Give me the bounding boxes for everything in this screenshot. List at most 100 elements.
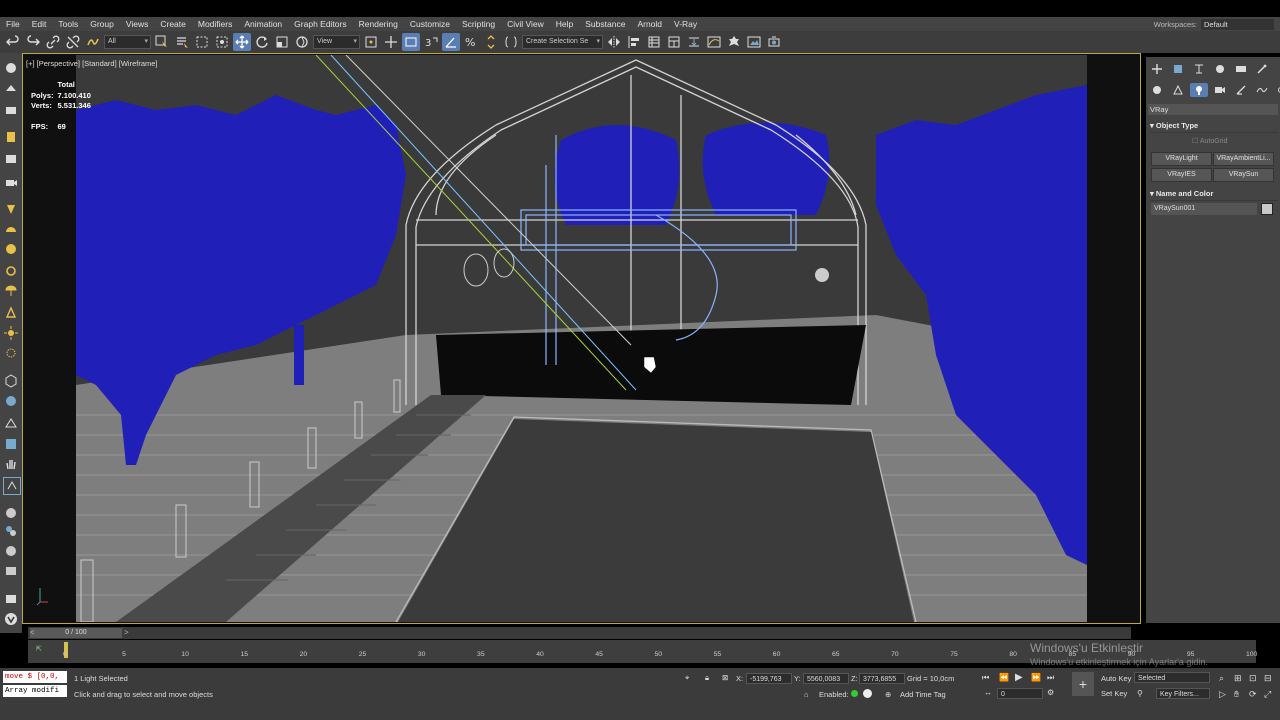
spinner-snap-icon[interactable]: [482, 33, 500, 51]
shapes-icon[interactable]: [1169, 83, 1187, 97]
modify-tab-icon[interactable]: [1169, 62, 1187, 76]
object-color-swatch[interactable]: [1261, 203, 1273, 215]
previous-frame-icon[interactable]: ⏪: [999, 673, 1009, 682]
sun-icon[interactable]: [3, 325, 19, 341]
vraylight-button[interactable]: VRayLight: [1151, 152, 1212, 166]
go-to-end-icon[interactable]: ⏭: [1047, 673, 1054, 683]
orbit-icon[interactable]: ⟳: [1249, 689, 1257, 700]
key-filters-button[interactable]: Key Filters...: [1156, 688, 1210, 699]
umbrella-light-icon[interactable]: [3, 283, 19, 299]
vrayies-button[interactable]: VRayIES: [1151, 168, 1212, 182]
snaps-toggle-icon[interactable]: 3: [422, 33, 440, 51]
spacewarps-icon[interactable]: [1253, 83, 1271, 97]
unlink-icon[interactable]: [64, 33, 82, 51]
zoom-extents-all-icon[interactable]: ⊟: [1264, 673, 1272, 684]
hierarchy-tab-icon[interactable]: [1190, 62, 1208, 76]
next-frame-icon[interactable]: ⏩: [1031, 673, 1041, 682]
menu-help[interactable]: Help: [550, 19, 579, 29]
toggle-icon[interactable]: [3, 477, 21, 495]
brush-icon[interactable]: [3, 60, 19, 76]
selection-filter-dropdown[interactable]: All: [104, 35, 151, 49]
vrayambientlight-button[interactable]: VRayAmbientLi...: [1213, 152, 1274, 166]
zoom-all-icon[interactable]: ⊞: [1234, 673, 1242, 684]
fur-icon[interactable]: [3, 393, 19, 409]
select-object-icon[interactable]: [153, 33, 171, 51]
vraysun-button[interactable]: VRaySun: [1213, 168, 1274, 182]
next-frame-arrow-icon[interactable]: >: [124, 628, 129, 637]
key-mode-toggle-icon[interactable]: ↔: [984, 688, 992, 697]
plane-icon[interactable]: [3, 415, 19, 431]
create-tab-icon[interactable]: [1148, 62, 1166, 76]
lock-selection-icon[interactable]: 🔒︎: [705, 673, 709, 683]
rendered-frame-window-icon[interactable]: [745, 33, 763, 51]
keyboard-shortcut-override-icon[interactable]: [402, 33, 420, 51]
isolate-selection-icon[interactable]: ⌖: [685, 673, 689, 683]
autogrid-checkbox[interactable]: ☐ AutoGrid: [1192, 137, 1227, 145]
maxscript-listener-input[interactable]: move $ [0,0,: [3, 671, 67, 683]
viewport-label[interactable]: [+] [Perspective] [Standard] [Wireframe]: [26, 59, 158, 68]
menu-civil-view[interactable]: Civil View: [501, 19, 550, 29]
bind-spacewarp-icon[interactable]: [84, 33, 102, 51]
material-multi-icon[interactable]: [3, 523, 19, 539]
maxscript-listener-output[interactable]: Array modifi: [3, 685, 67, 697]
menu-animation[interactable]: Animation: [238, 19, 288, 29]
workspace-dropdown[interactable]: Default: [1201, 18, 1274, 30]
adaptive-degradation-icon[interactable]: ⌂: [804, 690, 809, 699]
render-setup-icon[interactable]: [725, 33, 743, 51]
select-and-scale-icon[interactable]: [273, 33, 291, 51]
camera-icon[interactable]: [3, 102, 19, 118]
cameras-icon[interactable]: [1211, 83, 1229, 97]
time-configuration-icon[interactable]: ⚙︎: [1047, 688, 1054, 697]
name-and-color-rollout[interactable]: ▾ Name and Color: [1150, 189, 1278, 201]
film-icon[interactable]: [3, 151, 19, 167]
y-coord-field[interactable]: 5560,0083: [803, 673, 849, 684]
omni-light-icon[interactable]: [3, 263, 19, 279]
x-coord-field[interactable]: -5199,763: [746, 673, 792, 684]
menu-customize[interactable]: Customize: [404, 19, 456, 29]
menu-create[interactable]: Create: [154, 19, 192, 29]
percent-snap-icon[interactable]: %: [462, 33, 480, 51]
menu-file[interactable]: File: [0, 19, 26, 29]
menu-vray[interactable]: V-Ray: [668, 19, 703, 29]
hand-icon[interactable]: [3, 456, 19, 472]
mirror-icon[interactable]: [605, 33, 623, 51]
lights-icon[interactable]: [1190, 83, 1208, 97]
menu-group[interactable]: Group: [84, 19, 120, 29]
set-key-plus-icon[interactable]: +: [1072, 672, 1094, 696]
edit-named-selection-icon[interactable]: [502, 33, 520, 51]
key-mode-dropdown[interactable]: Selected: [1134, 672, 1210, 683]
menu-scripting[interactable]: Scripting: [456, 19, 501, 29]
menu-views[interactable]: Views: [120, 19, 155, 29]
object-name-field[interactable]: VRaySun001: [1151, 203, 1257, 215]
enabled-status-icon[interactable]: [851, 690, 858, 697]
pan-view-icon[interactable]: ✋︎: [1234, 689, 1239, 700]
spotlight-icon[interactable]: [3, 201, 19, 217]
sky-icon[interactable]: [3, 345, 19, 361]
menu-substance[interactable]: Substance: [579, 19, 631, 29]
time-slider[interactable]: [28, 627, 1131, 639]
maximize-viewport-icon[interactable]: ⤢: [1264, 689, 1271, 700]
perspective-viewport[interactable]: [76, 55, 1087, 622]
vray-logo-icon[interactable]: [3, 611, 19, 627]
proxy-icon[interactable]: [3, 373, 19, 389]
material-ball-icon[interactable]: [3, 505, 19, 521]
zoom-icon[interactable]: ⌕: [1219, 673, 1224, 684]
rectangular-region-icon[interactable]: [193, 33, 211, 51]
render-production-icon[interactable]: [765, 33, 783, 51]
go-to-start-icon[interactable]: ⏮: [982, 673, 989, 683]
menu-rendering[interactable]: Rendering: [353, 19, 404, 29]
select-by-name-icon[interactable]: [173, 33, 191, 51]
toggle-layer-explorer-icon[interactable]: [665, 33, 683, 51]
link-icon[interactable]: [44, 33, 62, 51]
light-panel-icon[interactable]: [3, 129, 19, 145]
menu-arnold[interactable]: Arnold: [631, 19, 668, 29]
sphere-light-icon[interactable]: [3, 241, 19, 257]
undo-icon[interactable]: [4, 33, 22, 51]
track-bar-toggle-icon[interactable]: ⇱: [36, 645, 42, 653]
place-icon[interactable]: [293, 33, 311, 51]
auto-key-button[interactable]: Auto Key: [1101, 674, 1131, 683]
selection-lock-toggle-icon[interactable]: [863, 689, 872, 698]
align-icon[interactable]: [625, 33, 643, 51]
reference-coordinate-dropdown[interactable]: View: [313, 35, 360, 49]
current-frame-field[interactable]: 0: [997, 688, 1043, 699]
